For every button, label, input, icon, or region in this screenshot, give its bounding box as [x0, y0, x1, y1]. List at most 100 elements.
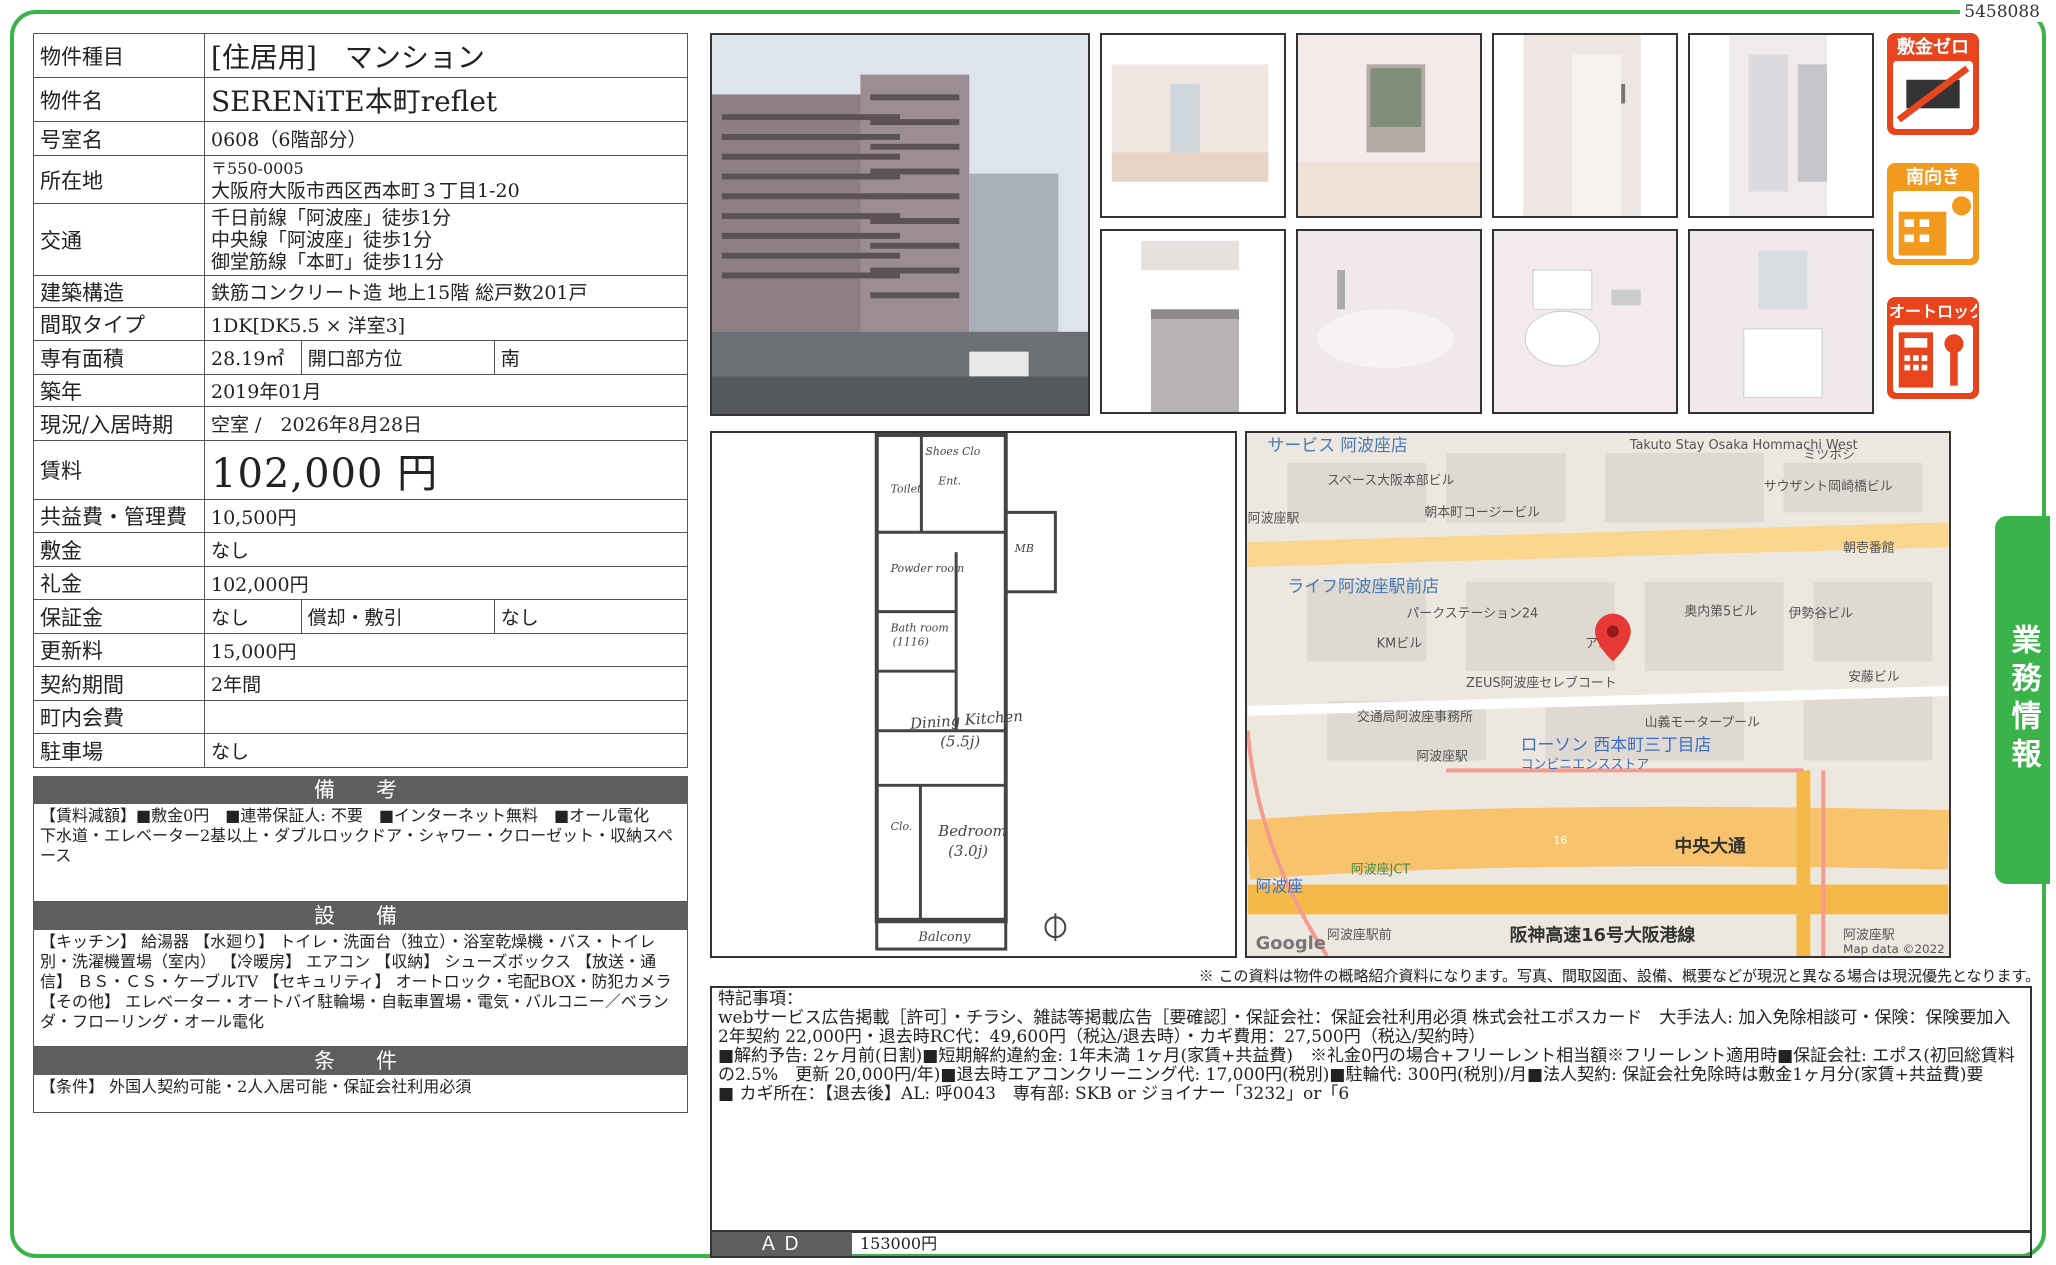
structure-label: 建築構造 — [33, 275, 205, 308]
status-value: 空室 / 2026年8月28日 — [204, 406, 688, 441]
parking-label: 駐車場 — [33, 733, 205, 768]
ad-label: ＡＤ — [712, 1232, 852, 1256]
map-label: スペース大阪本部ビル — [1327, 474, 1454, 489]
map-label: コンビニエンスストア — [1521, 757, 1650, 772]
parking-value: なし — [204, 733, 688, 768]
status-label: 現況/入居時期 — [33, 406, 205, 441]
remarks-body: 【賃料減額】■敷金0円 ■連帯保証人: 不要 ■インターネット無料 ■オール電化… — [33, 804, 688, 902]
interior-photo-window — [1296, 33, 1482, 218]
map-label: 16 — [1553, 834, 1567, 847]
contract-label: 契約期間 — [33, 666, 205, 701]
map-label: 安藤ビル — [1848, 670, 1900, 685]
deposit-label: 敷金 — [33, 532, 205, 567]
type-value: [住居用] マンション — [204, 33, 688, 78]
map-label: 阿波座駅 — [1248, 511, 1300, 526]
disclaimer-text: ※ この資料は物件の概略紹介資料になります。写真、間取図面、設備、概要などが現況… — [1198, 967, 2040, 985]
interior-photo-bathroom — [1296, 229, 1482, 414]
facilities-header: 設 備 — [33, 902, 688, 930]
property-spec-table: 物件種目 [住居用] マンション 物件名 SERENiTE本町reflet 号室名 0… — [33, 33, 689, 768]
postal-code: 〒550-0005 — [211, 158, 304, 178]
contract-value: 2年間 — [204, 666, 688, 701]
map-label: パークステーション24 — [1406, 607, 1538, 622]
notes-title: 特記事項： — [718, 989, 803, 1009]
badge-label: オートロック — [1889, 302, 1979, 321]
plan-label-closet: Clo. — [891, 820, 913, 833]
floor-plan: Shoes Clo Ent. Toilet MB Powder room Bat… — [710, 431, 1237, 958]
special-notes: 特記事項： webサービス広告掲載［許可］・チラシ、雑誌等掲載広告［要確認］・保… — [710, 986, 2032, 1233]
badge-zero-deposit: 敷金ゼロ — [1887, 33, 1979, 135]
plan-label-mb: MB — [1014, 542, 1034, 555]
guarantee-label: 保証金 — [33, 599, 205, 634]
badge-auto-lock: オートロック — [1887, 297, 1979, 399]
address-label: 所在地 — [33, 155, 205, 204]
map-label: 阿波座駅 — [1843, 928, 1895, 943]
interior-photo-entrance — [1688, 33, 1874, 218]
map-label: KMビル — [1377, 636, 1422, 651]
auto-lock-icon — [1893, 325, 1973, 393]
notes-body: webサービス広告掲載［許可］・チラシ、雑誌等掲載広告［要確認］・保証会社：保証… — [718, 1008, 2015, 1104]
plan-label-powder: Powder room — [890, 562, 965, 575]
address-value: 大阪府大阪市西区西本町３丁目1-20 — [211, 179, 520, 202]
map-label: 朝壱番館 — [1843, 541, 1895, 556]
sun-building-icon — [1893, 191, 1973, 259]
fee-value: 10,500円 — [204, 499, 688, 533]
guarantee-value: なし — [204, 599, 302, 634]
map-label: 阪神高速16号大阪港線 — [1510, 924, 1696, 946]
key-money-value: 102,000円 — [204, 566, 688, 600]
type-label: 物件種目 — [33, 33, 205, 78]
built-label: 築年 — [33, 374, 205, 407]
rent-label: 賃料 — [33, 440, 205, 500]
remarks-header: 備 考 — [33, 776, 688, 804]
map-label: ローソン 西本町三丁目店 — [1521, 735, 1712, 755]
ad-value: 153000円 — [860, 1234, 938, 1253]
conditions-body: 【条件】 外国人契約可能・2人入居可能・保証会社利用必須 — [33, 1075, 688, 1113]
rent-value: 102,000 円 — [204, 440, 688, 500]
key-money-label: 礼金 — [33, 566, 205, 600]
area-value: 28.19㎡ — [204, 340, 302, 375]
map-label: 交通局阿波座事務所 — [1357, 709, 1473, 725]
fee-label: 共益費・管理費 — [33, 499, 205, 533]
business-info-tab[interactable]: 業務情報 — [1995, 516, 2050, 884]
layout-label: 間取タイプ — [33, 307, 205, 341]
badge-label: 南向き — [1906, 167, 1960, 188]
badge-label: 敷金ゼロ — [1897, 37, 1969, 58]
name-value: SERENiTE本町reflet — [204, 77, 688, 122]
map-label: ミツボシ — [1803, 448, 1855, 463]
direction-value: 南 — [493, 340, 689, 375]
map-label: Google — [1256, 933, 1326, 954]
plan-label-bedroom-size: (3.0j) — [948, 842, 988, 860]
conditions-header: 条 件 — [33, 1047, 688, 1075]
map-label: Map data ©2022 — [1843, 942, 1945, 956]
ad-row: ＡＤ 153000円 — [710, 1230, 2032, 1258]
document-id: 5458088 — [1960, 2, 2044, 22]
transit-line: 中央線「阿波座」徒歩1分 — [211, 228, 433, 251]
transit-line: 千日前線「阿波座」徒歩1分 — [211, 206, 452, 229]
plan-label-bath-size: (1116) — [893, 635, 929, 648]
amort-value: なし — [493, 599, 689, 634]
plan-label-bedroom: Bedroom — [937, 822, 1006, 840]
map-label: 伊勢谷ビル — [1789, 607, 1854, 622]
layout-value: 1DK[DK5.5 × 洋室3] — [204, 307, 688, 341]
plan-label-shoes: Shoes Clo — [925, 445, 980, 458]
transit-line: 御堂筋線「本町」徒歩11分 — [211, 250, 445, 273]
map-label: 山義モータープール — [1645, 715, 1760, 731]
map-label: 阿波座駅 — [1416, 749, 1468, 764]
map-label: ZEUS阿波座セレブコート — [1466, 675, 1617, 691]
map-label: ライフ阿波座駅前店 — [1287, 576, 1439, 596]
amort-label: 償却・敷引 — [300, 599, 495, 634]
no-deposit-icon — [1893, 61, 1973, 129]
room-value: 0608（6階部分） — [204, 121, 688, 156]
direction-label: 開口部方位 — [300, 340, 495, 375]
area-label: 専有面積 — [33, 340, 205, 375]
deposit-value: なし — [204, 532, 688, 567]
plan-label-kitchen-size: (5.5j) — [940, 733, 980, 751]
room-label: 号室名 — [33, 121, 205, 156]
badge-south-facing: 南向き — [1887, 163, 1979, 265]
interior-photo-kitchen — [1100, 229, 1286, 414]
map-label: サウザント岡崎橋ビル — [1764, 480, 1893, 495]
town-fee-value — [204, 700, 688, 734]
building-exterior-photo — [710, 33, 1090, 416]
map-label: 朝本町コージービル — [1424, 505, 1540, 520]
interior-photo-washbasin — [1688, 229, 1874, 414]
renewal-label: 更新料 — [33, 633, 205, 667]
